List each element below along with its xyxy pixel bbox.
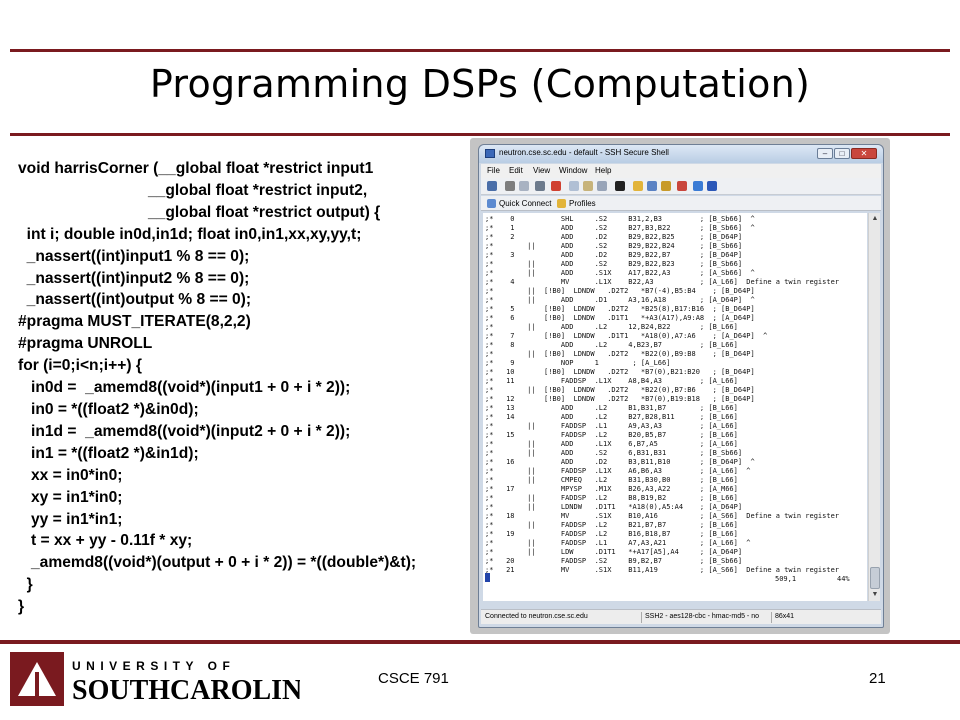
settings-icon[interactable] [661, 181, 671, 191]
code-line: for (i=0;i<n;i++) { [18, 357, 142, 375]
find-icon[interactable] [535, 181, 545, 191]
status-connection: Connected to neutron.cse.sc.edu [485, 613, 588, 620]
menu-help[interactable]: Help [595, 166, 611, 175]
options-icon[interactable] [693, 181, 703, 191]
logo-university-text: UNIVERSITY OF [72, 659, 235, 673]
quick-connect-bar: Quick Connect Profiles [481, 196, 881, 211]
code-line: t = xx + yy - 0.11f * xy; [18, 532, 193, 550]
menu-edit[interactable]: Edit [509, 166, 523, 175]
ssh-app-icon [485, 149, 495, 158]
copy-icon[interactable] [569, 181, 579, 191]
code-line: _nassert((int)input2 % 8 == 0); [18, 269, 250, 287]
code-line: _nassert((int)output % 8 == 0); [18, 291, 252, 309]
ssh-window[interactable]: neutron.cse.sc.edu - default - SSH Secur… [478, 144, 884, 628]
top-rule [10, 49, 950, 52]
code-line: _amemd8((void*)(output + 0 + i * 2)) = *… [18, 554, 417, 572]
title-rule [10, 133, 950, 136]
code-line: xx = in0*in0; [18, 466, 123, 484]
code-line: in0 = *((float2 *)&in0d); [18, 400, 199, 418]
code-line: in1d = _amemd8((void*)(input2 + 0 + i * … [18, 422, 351, 440]
quick-connect-button[interactable]: Quick Connect [487, 198, 551, 209]
folder-icon[interactable] [633, 181, 643, 191]
code-line: __global float *restrict output) { [18, 203, 381, 221]
code-line: yy = in1*in1; [18, 510, 123, 528]
paste-icon[interactable] [583, 181, 593, 191]
quick-connect-label: Quick Connect [499, 199, 552, 208]
code-line: #pragma UNROLL [18, 335, 153, 353]
cursor-position: 509,1 [775, 575, 797, 583]
scroll-down-icon[interactable]: ▼ [870, 590, 880, 600]
scroll-thumb[interactable] [870, 567, 880, 589]
minimize-button[interactable]: – [817, 148, 833, 159]
code-line: in0d = _amemd8((void*)(input1 + 0 + i * … [18, 379, 351, 397]
file-transfer-icon[interactable] [647, 181, 657, 191]
scroll-up-icon[interactable]: ▲ [870, 214, 880, 224]
code-line: int i; double in0d,in1d; float in0,in1,x… [18, 225, 362, 243]
window-titlebar[interactable]: neutron.cse.sc.edu - default - SSH Secur… [479, 145, 883, 163]
code-line: in1 = *((float2 *)&in1d); [18, 444, 199, 462]
logo-southcarolina-text: SOUTHCAROLINA [72, 675, 300, 706]
menu-view[interactable]: View [533, 166, 550, 175]
code-line: __global float *restrict input2, [18, 181, 368, 199]
maximize-button[interactable]: □ [834, 148, 850, 159]
print-icon[interactable] [505, 181, 515, 191]
status-separator [641, 612, 642, 623]
binoculars-icon[interactable] [615, 181, 625, 191]
code-line: } [18, 576, 33, 594]
footer-course: CSCE 791 [378, 670, 449, 687]
status-separator [771, 612, 772, 623]
quick-connect-icon [487, 199, 496, 208]
text-cursor [485, 573, 490, 582]
code-line: } [18, 598, 25, 616]
profiles-icon [557, 199, 566, 208]
toolbar [481, 178, 881, 195]
status-size: 86x41 [775, 613, 795, 620]
code-block: void harrisCorner (__global float *restr… [18, 158, 498, 618]
terminal-status-line: 509,1 44% [485, 573, 865, 586]
menu-window[interactable]: Window [559, 166, 587, 175]
key-icon[interactable] [677, 181, 687, 191]
scroll-percent: 44% [837, 575, 850, 583]
code-line: xy = in1*in0; [18, 488, 123, 506]
status-cipher: SSH2 - aes128-cbc - hmac-md5 - no [645, 613, 759, 620]
code-line: _nassert((int)input1 % 8 == 0); [18, 247, 250, 265]
profiles-label: Profiles [569, 199, 596, 208]
vertical-scrollbar[interactable]: ▲ ▼ [868, 213, 880, 601]
print-preview-icon[interactable] [519, 181, 529, 191]
status-bar: Connected to neutron.cse.sc.edu SSH2 - a… [481, 609, 881, 624]
footer-rule [0, 640, 960, 644]
code-line: void harrisCorner (__global float *restr… [18, 160, 374, 177]
menu-file[interactable]: File [487, 166, 500, 175]
save-icon[interactable] [487, 181, 497, 191]
cut-icon[interactable] [551, 181, 561, 191]
close-button[interactable]: ✕ [851, 148, 877, 159]
menu-bar: File Edit View Window Help [481, 164, 881, 178]
profiles-button[interactable]: Profiles [557, 198, 596, 209]
code-line: #pragma MUST_ITERATE(8,2,2) [18, 313, 251, 331]
slide-title: Programming DSPs (Computation) [149, 62, 811, 106]
terminal-output[interactable]: ;* 0 SHL .S2 B31,2,B3 ; [B_Sb66] ^ ;* 1 A… [483, 213, 867, 601]
slide-number: 21 [869, 670, 886, 687]
help-icon[interactable] [707, 181, 717, 191]
window-title: neutron.cse.sc.edu - default - SSH Secur… [499, 148, 669, 157]
paste-special-icon[interactable] [597, 181, 607, 191]
university-logo: UNIVERSITY OF SOUTHCAROLINA [10, 652, 300, 706]
